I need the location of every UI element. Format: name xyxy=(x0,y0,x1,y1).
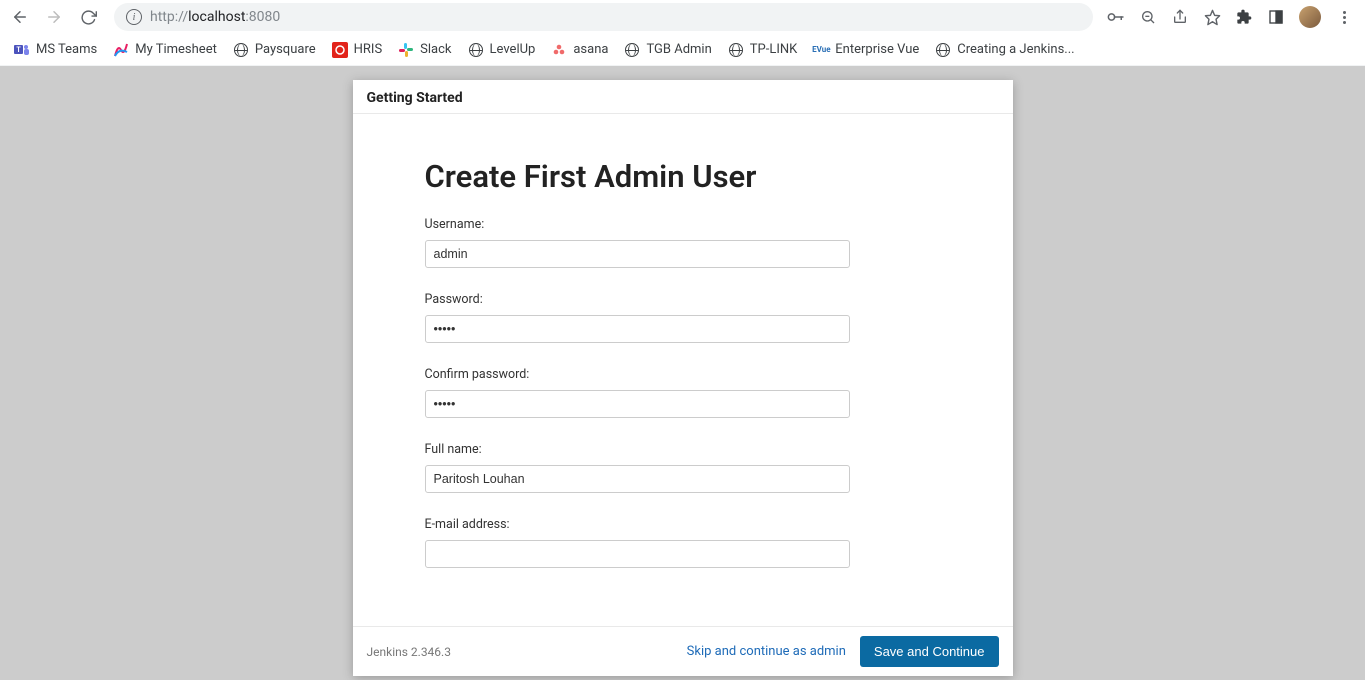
bookmark-slack[interactable]: Slack xyxy=(398,42,451,58)
back-button[interactable] xyxy=(8,5,32,29)
profile-avatar[interactable] xyxy=(1299,6,1321,28)
globe-icon xyxy=(468,42,484,58)
svg-text:T: T xyxy=(16,46,21,54)
page-title: Create First Admin User xyxy=(425,158,941,195)
url-port: :8080 xyxy=(245,9,280,25)
wizard-body: Create First Admin User Username: Passwo… xyxy=(353,114,1013,626)
slack-icon xyxy=(398,42,414,58)
bookmark-hris[interactable]: HRIS xyxy=(332,42,383,58)
username-input[interactable] xyxy=(425,240,850,268)
bookmark-paysquare[interactable]: Paysquare xyxy=(233,42,316,58)
url-host: localhost xyxy=(188,9,245,25)
bookmark-creating-jenkins[interactable]: Creating a Jenkins... xyxy=(935,42,1074,58)
save-and-continue-button[interactable]: Save and Continue xyxy=(860,636,999,667)
globe-icon xyxy=(935,42,951,58)
bookmark-asana[interactable]: asana xyxy=(551,42,608,58)
field-username: Username: xyxy=(425,217,941,268)
bookmark-label: TP-LINK xyxy=(750,42,798,57)
email-input[interactable] xyxy=(425,540,850,568)
timesheet-icon xyxy=(113,42,129,58)
bookmark-label: Paysquare xyxy=(255,42,316,57)
globe-icon xyxy=(233,42,249,58)
fullname-label: Full name: xyxy=(425,442,941,457)
password-key-icon[interactable] xyxy=(1107,8,1125,26)
extensions-icon[interactable] xyxy=(1235,8,1253,26)
globe-icon xyxy=(624,42,640,58)
page-content: Getting Started Create First Admin User … xyxy=(0,66,1365,680)
confirm-password-input[interactable] xyxy=(425,390,850,418)
bookmark-label: Creating a Jenkins... xyxy=(957,42,1074,57)
bookmark-label: HRIS xyxy=(354,42,383,57)
bookmark-enterprise-vue[interactable]: EVue Enterprise Vue xyxy=(813,42,919,58)
password-input[interactable] xyxy=(425,315,850,343)
site-info-icon[interactable]: i xyxy=(126,9,142,25)
jenkins-version: Jenkins 2.346.3 xyxy=(367,645,687,659)
bookmark-label: My Timesheet xyxy=(135,42,217,57)
wizard-header: Getting Started xyxy=(353,80,1013,114)
bookmark-label: LevelUp xyxy=(490,42,536,57)
password-label: Password: xyxy=(425,292,941,307)
bookmarks-bar: T MS Teams My Timesheet Paysquare HRIS S… xyxy=(0,34,1365,66)
field-fullname: Full name: xyxy=(425,442,941,493)
bookmark-ms-teams[interactable]: T MS Teams xyxy=(14,42,97,58)
bookmark-levelup[interactable]: LevelUp xyxy=(468,42,536,58)
browser-toolbar: i http://localhost:8080 xyxy=(0,0,1365,34)
evue-icon: EVue xyxy=(813,42,829,58)
fullname-input[interactable] xyxy=(425,465,850,493)
bookmark-my-timesheet[interactable]: My Timesheet xyxy=(113,42,217,58)
setup-wizard-card: Getting Started Create First Admin User … xyxy=(353,80,1013,676)
toolbar-right-icons xyxy=(1107,6,1357,28)
wizard-footer: Jenkins 2.346.3 Skip and continue as adm… xyxy=(353,626,1013,676)
field-email: E-mail address: xyxy=(425,517,941,568)
bookmark-label: asana xyxy=(573,42,608,57)
url-prefix: http:// xyxy=(150,9,188,25)
confirm-password-label: Confirm password: xyxy=(425,367,941,382)
field-password: Password: xyxy=(425,292,941,343)
bookmark-label: Enterprise Vue xyxy=(835,42,919,57)
forward-button[interactable] xyxy=(42,5,66,29)
bookmark-label: Slack xyxy=(420,42,451,57)
chrome-menu-icon[interactable] xyxy=(1335,8,1353,26)
bookmark-tp-link[interactable]: TP-LINK xyxy=(728,42,798,58)
asana-icon xyxy=(551,42,567,58)
bookmark-star-icon[interactable] xyxy=(1203,8,1221,26)
address-bar[interactable]: i http://localhost:8080 xyxy=(114,3,1093,31)
teams-icon: T xyxy=(14,42,30,58)
zoom-icon[interactable] xyxy=(1139,8,1157,26)
bookmark-label: MS Teams xyxy=(36,42,97,57)
hris-icon xyxy=(332,42,348,58)
email-label: E-mail address: xyxy=(425,517,941,532)
bookmark-label: TGB Admin xyxy=(646,42,711,57)
skip-link[interactable]: Skip and continue as admin xyxy=(687,644,846,659)
globe-icon xyxy=(728,42,744,58)
field-confirm-password: Confirm password: xyxy=(425,367,941,418)
share-icon[interactable] xyxy=(1171,8,1189,26)
url-text: http://localhost:8080 xyxy=(150,9,280,25)
reload-button[interactable] xyxy=(76,5,100,29)
bookmark-tgb-admin[interactable]: TGB Admin xyxy=(624,42,711,58)
username-label: Username: xyxy=(425,217,941,232)
devtools-panel-icon[interactable] xyxy=(1267,8,1285,26)
